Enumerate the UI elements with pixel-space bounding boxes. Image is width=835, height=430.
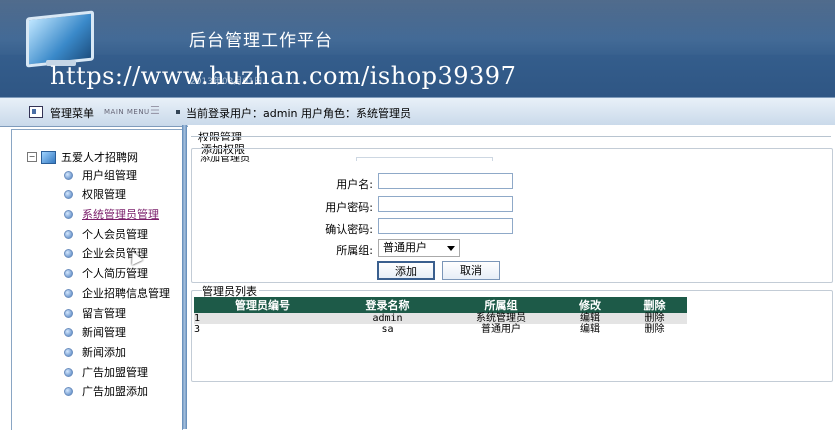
col-header-id: 管理员编号 bbox=[194, 297, 331, 313]
cell-login: admin bbox=[331, 313, 444, 324]
delete-link[interactable]: 删除 bbox=[622, 313, 687, 324]
cell-login: sa bbox=[381, 324, 394, 335]
ghost-input-edge bbox=[356, 157, 493, 161]
bullet-icon bbox=[64, 268, 73, 278]
sidebar-item-label[interactable]: 个人会员管理 bbox=[82, 226, 148, 242]
cancel-button[interactable]: 取消 bbox=[442, 261, 500, 280]
bullet-icon bbox=[64, 367, 73, 377]
username-input[interactable] bbox=[378, 173, 513, 189]
password-row: 用户密码: bbox=[188, 196, 828, 214]
col-header-login: 登录名称 bbox=[331, 297, 444, 313]
sidebar-item-label[interactable]: 个人简历管理 bbox=[82, 265, 148, 281]
sidebar-splitter[interactable] bbox=[182, 125, 187, 429]
header-banner: 后台管理工作平台 2013年03月01日 https://www.huzhan.… bbox=[0, 0, 835, 97]
bullet-icon bbox=[64, 229, 73, 239]
separator-bullet bbox=[176, 110, 180, 114]
cell-group: 普通用户 bbox=[481, 324, 521, 335]
table-row: 1 admin 系统管理员 编辑 删除 bbox=[194, 313, 687, 324]
bullet-icon bbox=[64, 308, 73, 318]
password-label: 用户密码: bbox=[325, 201, 373, 214]
sidebar-item-personal-member[interactable]: 个人会员管理 bbox=[64, 226, 148, 242]
sidebar-item-resume[interactable]: 个人简历管理 bbox=[64, 265, 148, 281]
sidebar-item-ad-add[interactable]: 广告加盟添加 bbox=[64, 383, 148, 399]
sidebar-item-label[interactable]: 新闻管理 bbox=[82, 324, 126, 340]
button-row: 添加 取消 bbox=[188, 261, 828, 280]
confirm-password-input[interactable] bbox=[378, 218, 513, 234]
edit-link[interactable]: 编辑 bbox=[558, 313, 622, 324]
group-row: 所属组: 普通用户 bbox=[188, 239, 828, 257]
sidebar-item-label[interactable]: 系统管理员管理 bbox=[82, 206, 159, 222]
bullet-icon bbox=[64, 288, 73, 298]
collapse-icon[interactable]: − bbox=[27, 152, 37, 162]
menu-en-label: MAIN MENU bbox=[104, 108, 150, 116]
cell-id: 3 bbox=[194, 324, 201, 335]
site-icon bbox=[41, 150, 56, 164]
bullet-icon bbox=[64, 347, 73, 357]
nav-bar: 管理菜单 MAIN MENU ☰ 当前登录用户：admin 用户角色：系统管理员 bbox=[0, 97, 835, 127]
menu-label: 管理菜单 bbox=[50, 107, 94, 120]
bullet-icon bbox=[64, 248, 73, 258]
sidebar-item-news-add[interactable]: 新闻添加 bbox=[64, 344, 126, 360]
add-admin-legend: 添加管理员 bbox=[200, 156, 254, 164]
username-row: 用户名: bbox=[188, 173, 828, 191]
app-title: 后台管理工作平台 bbox=[189, 31, 333, 51]
username-label: 用户名: bbox=[336, 178, 373, 191]
bullet-icon bbox=[64, 170, 73, 180]
admin-table: 管理员编号 登录名称 所属组 修改 删除 1 admin 系统管理员 编辑 删除… bbox=[194, 297, 687, 335]
bullet-icon bbox=[64, 209, 73, 219]
header-shine bbox=[0, 0, 835, 55]
sidebar-item-label[interactable]: 用户组管理 bbox=[82, 167, 137, 183]
table-header-row: 管理员编号 登录名称 所属组 修改 删除 bbox=[194, 297, 687, 313]
sidebar-item-label[interactable]: 留言管理 bbox=[82, 305, 126, 321]
login-info: 当前登录用户：admin 用户角色：系统管理员 bbox=[186, 107, 411, 120]
sidebar-item-label[interactable]: 广告加盟添加 bbox=[82, 383, 148, 399]
sidebar-item-user-group[interactable]: 用户组管理 bbox=[64, 167, 137, 183]
sidebar-item-label[interactable]: 广告加盟管理 bbox=[82, 364, 148, 380]
group-label: 所属组: bbox=[336, 244, 373, 257]
tree-root-label[interactable]: 五爱人才招聘网 bbox=[61, 149, 138, 165]
col-header-edit: 修改 bbox=[558, 297, 622, 313]
col-header-group: 所属组 bbox=[444, 297, 558, 313]
confirm-password-label: 确认密码: bbox=[325, 223, 373, 236]
bullet-icon bbox=[64, 327, 73, 337]
add-button[interactable]: 添加 bbox=[377, 261, 435, 280]
table-row: 3 sa 普通用户 编辑 删除 bbox=[194, 324, 687, 335]
main-content: 权限管理 添加权限 添加管理员 用户名: 用户密码: 确认密码: 所属组: 普通… bbox=[188, 125, 835, 429]
menu-toggle-icon[interactable]: ☰ bbox=[150, 104, 160, 117]
sidebar-item-label[interactable]: 企业招聘信息管理 bbox=[82, 285, 170, 301]
sidebar-item-ad[interactable]: 广告加盟管理 bbox=[64, 364, 148, 380]
watermark-text: https://www.huzhan.com/ishop39397 bbox=[50, 62, 517, 90]
col-header-delete: 删除 bbox=[622, 297, 687, 313]
sidebar-item-job-posting[interactable]: 企业招聘信息管理 bbox=[64, 285, 170, 301]
dropdown-arrow-icon[interactable] bbox=[447, 246, 455, 251]
cell-id: 1 bbox=[194, 313, 331, 324]
sidebar-item-label[interactable]: 权限管理 bbox=[82, 186, 126, 202]
sidebar-item-news[interactable]: 新闻管理 bbox=[64, 324, 126, 340]
sidebar-item-admin[interactable]: 系统管理员管理 bbox=[64, 206, 159, 222]
sidebar-item-label[interactable]: 新闻添加 bbox=[82, 344, 126, 360]
fieldset-line bbox=[191, 136, 831, 137]
confirm-password-row: 确认密码: bbox=[188, 218, 828, 236]
delete-link[interactable]: 删除 bbox=[622, 324, 687, 335]
bullet-icon bbox=[64, 386, 73, 396]
group-select[interactable]: 普通用户 bbox=[378, 239, 460, 257]
password-input[interactable] bbox=[378, 196, 513, 212]
monitor-icon bbox=[26, 10, 94, 68]
sidebar-item-permission[interactable]: 权限管理 bbox=[64, 186, 126, 202]
tree-root[interactable]: − 五爱人才招聘网 bbox=[27, 149, 138, 165]
cell-group: 系统管理员 bbox=[444, 313, 558, 324]
sidebar: − 五爱人才招聘网 用户组管理 权限管理 系统管理员管理 个人会员管理 企业会员… bbox=[11, 129, 183, 430]
group-selected-value: 普通用户 bbox=[383, 241, 427, 254]
bullet-icon bbox=[64, 189, 73, 199]
menu-icon bbox=[29, 106, 43, 118]
sidebar-item-message[interactable]: 留言管理 bbox=[64, 305, 126, 321]
edit-link[interactable]: 编辑 bbox=[558, 324, 622, 335]
